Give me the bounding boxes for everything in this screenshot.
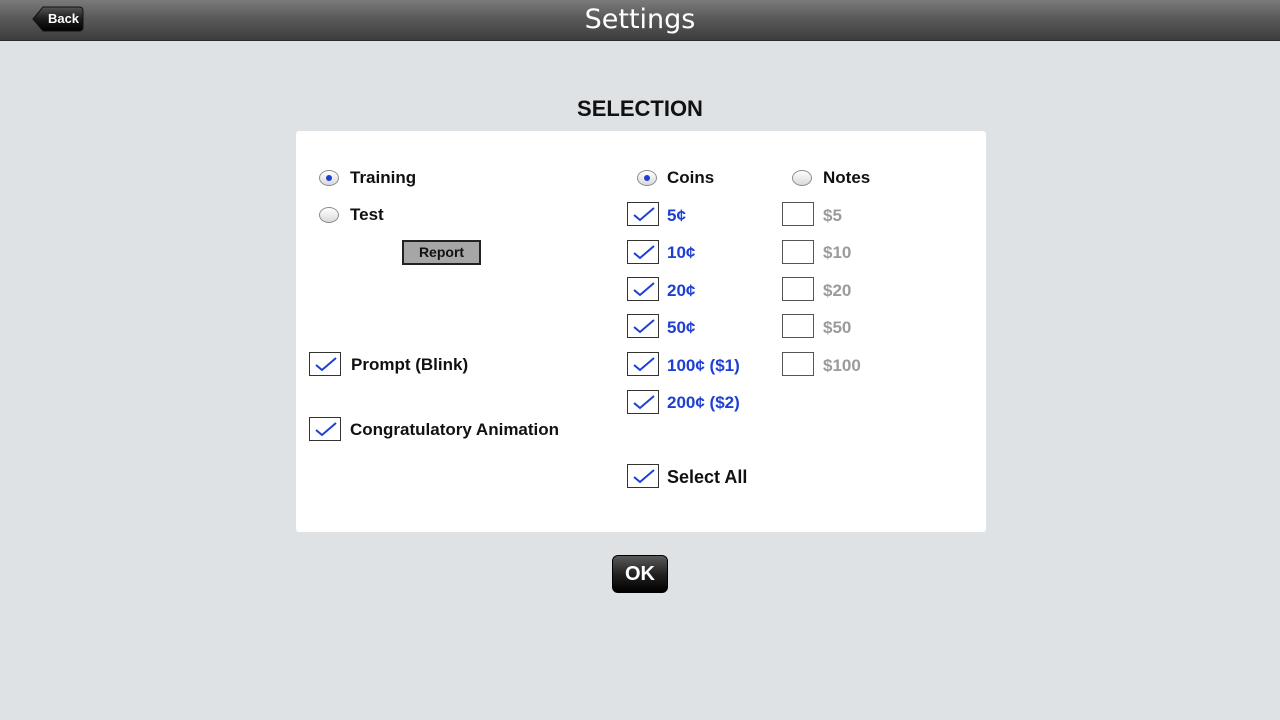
coin-5c-label: 5¢	[667, 206, 686, 225]
coin-200c-label: 200¢ ($2)	[667, 393, 740, 412]
coins-label: Coins	[667, 168, 715, 187]
select-all-checkbox[interactable]	[627, 464, 659, 488]
note-100-checkbox[interactable]	[782, 352, 814, 376]
checkmark-icon	[633, 395, 655, 410]
test-label: Test	[350, 205, 384, 224]
note-20-label: $20	[823, 281, 852, 300]
section-title: SELECTION	[577, 96, 703, 121]
note-5-checkbox[interactable]	[782, 202, 814, 226]
checkmark-icon	[633, 245, 655, 260]
training-radio[interactable]	[319, 170, 339, 186]
report-button[interactable]: Report	[402, 240, 481, 265]
select-all-label: Select All	[667, 467, 748, 487]
coin-100c-checkbox[interactable]	[627, 352, 659, 376]
page-title: Settings	[584, 4, 696, 35]
note-100-label: $100	[823, 356, 861, 375]
note-10-checkbox[interactable]	[782, 240, 814, 264]
test-radio[interactable]	[319, 207, 339, 223]
ok-button[interactable]: OK	[612, 555, 668, 593]
coins-radio[interactable]	[637, 170, 657, 186]
notes-radio[interactable]	[792, 170, 812, 186]
coin-5c-checkbox[interactable]	[627, 202, 659, 226]
animation-checkbox[interactable]	[309, 417, 341, 441]
coin-50c-checkbox[interactable]	[627, 314, 659, 338]
coin-20c-checkbox[interactable]	[627, 277, 659, 301]
back-button[interactable]: Back	[32, 6, 84, 32]
checkmark-icon	[315, 422, 337, 437]
animation-label: Congratulatory Animation	[350, 420, 560, 439]
coin-10c-label: 10¢	[667, 243, 696, 262]
coin-20c-label: 20¢	[667, 281, 696, 300]
notes-label: Notes	[823, 168, 871, 187]
checkmark-icon	[633, 357, 655, 372]
training-label: Training	[350, 168, 417, 187]
checkmark-icon	[633, 282, 655, 297]
checkmark-icon	[633, 319, 655, 334]
prompt-checkbox[interactable]	[309, 352, 341, 376]
note-20-checkbox[interactable]	[782, 277, 814, 301]
checkmark-icon	[315, 357, 337, 372]
coin-10c-checkbox[interactable]	[627, 240, 659, 264]
note-50-label: $50	[823, 318, 852, 337]
coin-100c-label: 100¢ ($1)	[667, 356, 740, 375]
prompt-label: Prompt (Blink)	[351, 355, 469, 374]
checkmark-icon	[633, 207, 655, 222]
back-button-label: Back	[47, 11, 80, 26]
note-5-label: $5	[823, 206, 842, 225]
checkmark-icon	[633, 469, 655, 484]
note-10-label: $10	[823, 243, 852, 262]
coin-200c-checkbox[interactable]	[627, 390, 659, 414]
note-50-checkbox[interactable]	[782, 314, 814, 338]
coin-50c-label: 50¢	[667, 318, 696, 337]
